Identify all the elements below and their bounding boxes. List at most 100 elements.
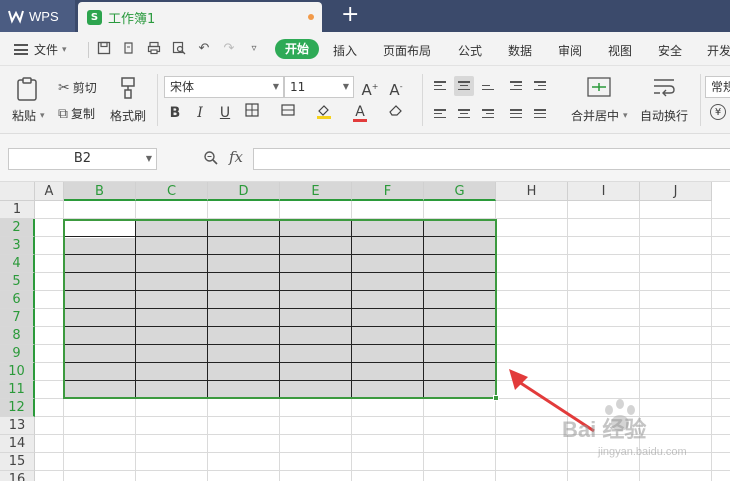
fill-color-icon[interactable] bbox=[314, 103, 334, 123]
row-header-15[interactable]: 15 bbox=[0, 453, 35, 471]
clear-format-icon[interactable] bbox=[386, 103, 406, 123]
cut-label: 剪切 bbox=[72, 81, 97, 95]
insert-function-icon[interactable]: fx bbox=[229, 148, 243, 166]
cell-style-icon[interactable] bbox=[278, 103, 298, 123]
number-format-value: 常规 bbox=[711, 80, 730, 94]
format-painter-icon[interactable] bbox=[116, 76, 140, 100]
name-box[interactable]: B2 ▼ bbox=[8, 148, 157, 170]
wrap-text-button[interactable]: 自动换行 bbox=[640, 107, 688, 124]
row-header-2[interactable]: 2 bbox=[0, 219, 35, 237]
wps-home-tab[interactable]: WPS bbox=[0, 0, 75, 32]
row-header-4[interactable]: 4 bbox=[0, 255, 35, 273]
copy-icon: ⧉ bbox=[58, 105, 68, 122]
row-header-11[interactable]: 11 bbox=[0, 381, 35, 399]
column-header-e[interactable]: E bbox=[280, 182, 352, 201]
distribute-icon[interactable] bbox=[530, 104, 550, 124]
underline-icon[interactable]: U bbox=[215, 103, 235, 123]
column-header-c[interactable]: C bbox=[136, 182, 208, 201]
row-header-14[interactable]: 14 bbox=[0, 435, 35, 453]
column-header-i[interactable]: I bbox=[568, 182, 640, 201]
increase-indent-icon[interactable] bbox=[530, 76, 550, 96]
column-header-g[interactable]: G bbox=[424, 182, 496, 201]
save-icon[interactable] bbox=[96, 41, 112, 57]
select-all-corner[interactable] bbox=[0, 182, 35, 201]
column-header-d[interactable]: D bbox=[208, 182, 280, 201]
file-menu[interactable]: 文件 ▾ bbox=[14, 41, 67, 58]
align-right-icon[interactable] bbox=[478, 104, 498, 124]
column-header-j[interactable]: J bbox=[640, 182, 712, 201]
row-header-3[interactable]: 3 bbox=[0, 237, 35, 255]
font-size-value: 11 bbox=[290, 80, 306, 94]
column-header-a[interactable]: A bbox=[35, 182, 64, 201]
zoom-function-icon[interactable] bbox=[203, 150, 219, 170]
tab-formulas[interactable]: 公式 bbox=[458, 42, 482, 59]
tab-data[interactable]: 数据 bbox=[508, 42, 532, 59]
align-top-icon[interactable] bbox=[430, 76, 450, 96]
wps-app-name: WPS bbox=[29, 8, 59, 24]
copy-button[interactable]: ⧉ 复制 bbox=[58, 105, 95, 122]
title-bar: WPS S 工作簿1 + bbox=[0, 0, 730, 32]
align-left-icon[interactable] bbox=[430, 104, 450, 124]
column-header-f[interactable]: F bbox=[352, 182, 424, 201]
row-header-16[interactable]: 16 bbox=[0, 471, 35, 481]
divider bbox=[700, 74, 701, 126]
number-format-select[interactable]: 常规 bbox=[705, 76, 730, 98]
tab-page-layout[interactable]: 页面布局 bbox=[383, 42, 431, 59]
align-center-icon[interactable] bbox=[454, 104, 474, 124]
decrease-indent-icon[interactable] bbox=[506, 76, 526, 96]
tab-insert[interactable]: 插入 bbox=[333, 42, 357, 59]
font-size-select[interactable]: 11 ▼ bbox=[284, 76, 354, 98]
print-preview-icon[interactable] bbox=[171, 41, 187, 57]
merge-center-icon[interactable] bbox=[587, 77, 611, 97]
wrap-text-icon[interactable] bbox=[652, 77, 676, 97]
row-header-8[interactable]: 8 bbox=[0, 327, 35, 345]
row-header-1[interactable]: 1 bbox=[0, 201, 35, 219]
name-box-value: B2 bbox=[73, 151, 92, 166]
document-tab[interactable]: S 工作簿1 bbox=[78, 2, 322, 32]
paste-button[interactable] bbox=[14, 76, 40, 102]
justify-icon[interactable] bbox=[506, 104, 526, 124]
tab-security[interactable]: 安全 bbox=[658, 42, 682, 59]
divider bbox=[422, 74, 423, 126]
row-header-9[interactable]: 9 bbox=[0, 345, 35, 363]
row-header-5[interactable]: 5 bbox=[0, 273, 35, 291]
cut-button[interactable]: ✂ 剪切 bbox=[58, 79, 97, 96]
formula-input[interactable] bbox=[253, 148, 730, 170]
row-header-7[interactable]: 7 bbox=[0, 309, 35, 327]
tab-view[interactable]: 视图 bbox=[608, 42, 632, 59]
scissors-icon: ✂ bbox=[58, 79, 70, 96]
column-header-b[interactable]: B bbox=[64, 182, 136, 201]
row-header-10[interactable]: 10 bbox=[0, 363, 35, 381]
bold-icon[interactable]: B bbox=[165, 103, 185, 123]
document-name: 工作簿1 bbox=[108, 11, 156, 27]
redo-icon[interactable]: ↷ bbox=[221, 41, 237, 57]
decrease-font-size-icon[interactable]: A- bbox=[386, 77, 406, 99]
font-color-icon[interactable]: A bbox=[350, 102, 370, 122]
clipboard-icon bbox=[17, 77, 37, 101]
row-header-6[interactable]: 6 bbox=[0, 291, 35, 309]
row-header-13[interactable]: 13 bbox=[0, 417, 35, 435]
italic-icon[interactable]: I bbox=[190, 103, 210, 123]
align-middle-icon[interactable] bbox=[454, 76, 474, 96]
tab-home[interactable]: 开始 bbox=[275, 39, 319, 59]
borders-icon[interactable] bbox=[242, 103, 262, 123]
currency-icon[interactable]: ¥ bbox=[710, 104, 726, 120]
menu-bar: 文件 ▾ ↶ ↷ ▿ 开始 插入 页面布局 公式 数据 审阅 视图 安全 开发 bbox=[0, 32, 730, 66]
new-tab-button[interactable]: + bbox=[341, 4, 359, 26]
watermark-text: Bai 经验 bbox=[562, 417, 647, 442]
font-name-select[interactable]: 宋体 ▼ bbox=[164, 76, 284, 98]
export-pdf-icon[interactable] bbox=[121, 41, 137, 57]
increase-font-size-icon[interactable]: A+ bbox=[360, 77, 380, 99]
merge-center-button[interactable]: 合并居中 ▾ bbox=[571, 107, 628, 124]
divider bbox=[157, 74, 158, 126]
align-bottom-icon[interactable] bbox=[478, 76, 498, 96]
tab-developer[interactable]: 开发 bbox=[707, 42, 730, 59]
paste-label-button[interactable]: 粘贴 ▾ bbox=[12, 107, 45, 124]
customize-toolbar-icon[interactable]: ▿ bbox=[246, 41, 262, 57]
undo-icon[interactable]: ↶ bbox=[196, 41, 212, 57]
tab-review[interactable]: 审阅 bbox=[558, 42, 582, 59]
format-painter-button[interactable]: 格式刷 bbox=[110, 107, 146, 124]
print-icon[interactable] bbox=[146, 41, 162, 57]
row-header-12[interactable]: 12 bbox=[0, 399, 35, 417]
column-header-h[interactable]: H bbox=[496, 182, 568, 201]
